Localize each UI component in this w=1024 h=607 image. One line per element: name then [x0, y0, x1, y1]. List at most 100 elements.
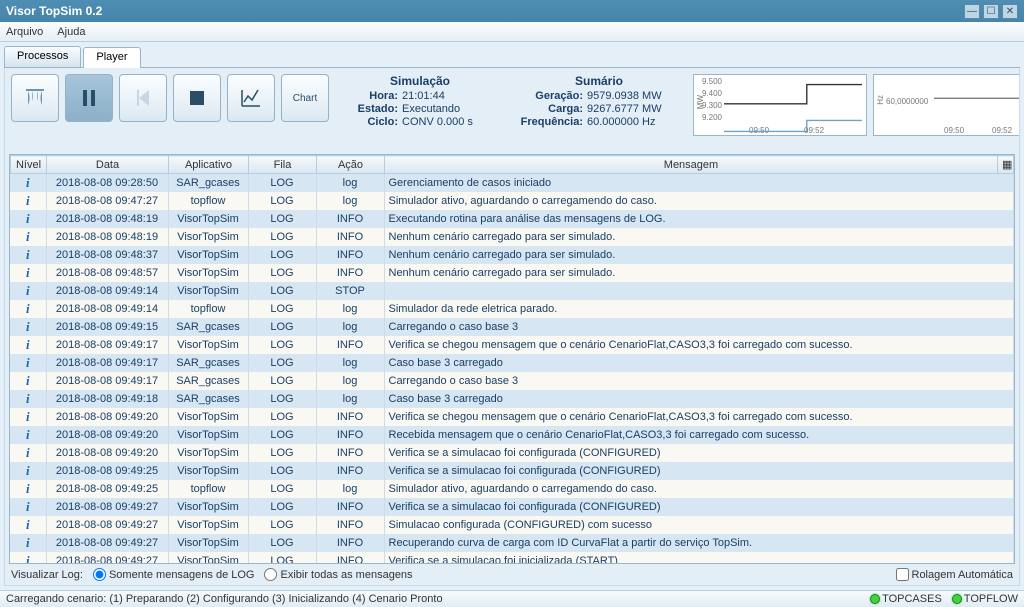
cell-msg: Caso base 3 carregado [384, 390, 1014, 408]
col-picker-icon[interactable]: ▦ [998, 156, 1014, 174]
table-row[interactable]: i2018-08-08 09:48:19VisorTopSimLOGINFOEx… [10, 210, 1014, 228]
cell-nivel: i [10, 354, 46, 372]
cell-msg: Caso base 3 carregado [384, 354, 1014, 372]
table-row[interactable]: i2018-08-08 09:49:20VisorTopSimLOGINFOVe… [10, 408, 1014, 426]
cell-msg: Nenhum cenário carregado para ser simula… [384, 228, 1014, 246]
close-button[interactable]: ✕ [1002, 4, 1018, 19]
cell-fila: LOG [248, 426, 316, 444]
info-icon: i [26, 445, 30, 460]
cell-nivel: i [10, 498, 46, 516]
cell-acao: INFO [316, 444, 384, 462]
cell-msg: Verifica se chegou mensagem que o cenári… [384, 408, 1014, 426]
cell-acao: INFO [316, 408, 384, 426]
curtain-button[interactable] [11, 74, 59, 122]
table-row[interactable]: i2018-08-08 09:49:27VisorTopSimLOGINFORe… [10, 534, 1014, 552]
filter-opt-logonly[interactable]: Somente mensagens de LOG [93, 568, 255, 581]
filter-opt-all[interactable]: Exibir todas as mensagens [264, 568, 412, 581]
tab-processos[interactable]: Processos [4, 46, 81, 67]
cell-data: 2018-08-08 09:49:27 [46, 516, 168, 534]
col-acao[interactable]: Ação [317, 156, 385, 174]
cell-acao: log [316, 174, 384, 192]
sum-geracao: 9579.0938 MW [587, 90, 687, 102]
table-row[interactable]: i2018-08-08 09:49:20VisorTopSimLOGINFOVe… [10, 444, 1014, 462]
pause-button[interactable] [65, 74, 113, 122]
table-row[interactable]: i2018-08-08 09:49:27VisorTopSimLOGINFOVe… [10, 498, 1014, 516]
col-nivel[interactable]: Nível [11, 156, 47, 174]
stats-summary: Sumário Geração:9579.0938 MW Carga:9267.… [511, 74, 687, 148]
cell-data: 2018-08-08 09:49:15 [46, 318, 168, 336]
prev-button[interactable] [119, 74, 167, 122]
table-row[interactable]: i2018-08-08 09:49:14VisorTopSimLOGSTOP [10, 282, 1014, 300]
chart-button[interactable]: Chart [281, 74, 329, 122]
cell-fila: LOG [248, 516, 316, 534]
table-row[interactable]: i2018-08-08 09:49:17SAR_gcasesLOGlogCarr… [10, 372, 1014, 390]
info-icon: i [26, 481, 30, 496]
col-msg[interactable]: Mensagem [385, 156, 998, 174]
table-row[interactable]: i2018-08-08 09:49:17VisorTopSimLOGINFOVe… [10, 336, 1014, 354]
stop-button[interactable] [173, 74, 221, 122]
cell-app: VisorTopSim [168, 552, 248, 563]
menu-help[interactable]: Ajuda [57, 26, 85, 38]
table-row[interactable]: i2018-08-08 09:48:19VisorTopSimLOGINFONe… [10, 228, 1014, 246]
cell-acao: log [316, 480, 384, 498]
cell-acao: INFO [316, 462, 384, 480]
cell-acao: log [316, 354, 384, 372]
cell-fila: LOG [248, 282, 316, 300]
cell-acao: STOP [316, 282, 384, 300]
cell-nivel: i [10, 192, 46, 210]
cell-msg: Simulador da rede eletrica parado. [384, 300, 1014, 318]
info-icon: i [26, 409, 30, 424]
cell-app: SAR_gcases [168, 390, 248, 408]
cell-nivel: i [10, 480, 46, 498]
table-row[interactable]: i2018-08-08 09:48:57VisorTopSimLOGINFONe… [10, 264, 1014, 282]
cell-fila: LOG [248, 534, 316, 552]
cell-data: 2018-08-08 09:48:57 [46, 264, 168, 282]
cell-msg: Recuperando curva de carga com ID CurvaF… [384, 534, 1014, 552]
cell-nivel: i [10, 246, 46, 264]
maximize-button[interactable]: ☐ [983, 4, 999, 19]
status-bar: Carregando cenario: (1) Preparando (2) C… [0, 590, 1024, 607]
info-icon: i [26, 211, 30, 226]
cell-nivel: i [10, 372, 46, 390]
table-row[interactable]: i2018-08-08 09:49:17SAR_gcasesLOGlogCaso… [10, 354, 1014, 372]
cell-acao: INFO [316, 534, 384, 552]
table-row[interactable]: i2018-08-08 09:49:25topflowLOGlogSimulad… [10, 480, 1014, 498]
cell-app: VisorTopSim [168, 408, 248, 426]
info-icon: i [26, 247, 30, 262]
cell-app: topflow [168, 192, 248, 210]
table-row[interactable]: i2018-08-08 09:49:15SAR_gcasesLOGlogCarr… [10, 318, 1014, 336]
table-row[interactable]: i2018-08-08 09:49:18SAR_gcasesLOGlogCaso… [10, 390, 1014, 408]
log-scroll[interactable]: i2018-08-08 09:28:50SAR_gcasesLOGlogGere… [10, 174, 1014, 563]
menu-file[interactable]: Arquivo [6, 26, 43, 38]
cell-fila: LOG [248, 552, 316, 563]
table-row[interactable]: i2018-08-08 09:49:20VisorTopSimLOGINFORe… [10, 426, 1014, 444]
table-row[interactable]: i2018-08-08 09:28:50SAR_gcasesLOGlogGere… [10, 174, 1014, 192]
table-row[interactable]: i2018-08-08 09:47:27topflowLOGlogSimulad… [10, 192, 1014, 210]
col-data[interactable]: Data [47, 156, 169, 174]
tab-player[interactable]: Player [83, 47, 140, 68]
minimize-button[interactable]: — [964, 4, 980, 19]
cell-data: 2018-08-08 09:49:17 [46, 354, 168, 372]
cell-nivel: i [10, 282, 46, 300]
cell-app: VisorTopSim [168, 228, 248, 246]
col-fila[interactable]: Fila [249, 156, 317, 174]
tab-strip: Processos Player [4, 46, 1020, 68]
table-row[interactable]: i2018-08-08 09:49:14topflowLOGlogSimulad… [10, 300, 1014, 318]
cell-data: 2018-08-08 09:49:18 [46, 390, 168, 408]
col-app[interactable]: Aplicativo [169, 156, 249, 174]
info-icon: i [26, 499, 30, 514]
table-row[interactable]: i2018-08-08 09:49:25VisorTopSimLOGINFOVe… [10, 462, 1014, 480]
auto-scroll-toggle[interactable]: Rolagem Automática [896, 568, 1014, 581]
status-topflow: TOPFLOW [952, 593, 1018, 605]
graph-button[interactable] [227, 74, 275, 122]
table-row[interactable]: i2018-08-08 09:49:27VisorTopSimLOGINFOSi… [10, 516, 1014, 534]
cell-app: VisorTopSim [168, 462, 248, 480]
cell-app: SAR_gcases [168, 372, 248, 390]
cell-acao: INFO [316, 246, 384, 264]
cell-nivel: i [10, 390, 46, 408]
cell-fila: LOG [248, 318, 316, 336]
table-row[interactable]: i2018-08-08 09:48:37VisorTopSimLOGINFONe… [10, 246, 1014, 264]
cell-fila: LOG [248, 390, 316, 408]
cell-app: topflow [168, 300, 248, 318]
table-row[interactable]: i2018-08-08 09:49:27VisorTopSimLOGINFOVe… [10, 552, 1014, 563]
